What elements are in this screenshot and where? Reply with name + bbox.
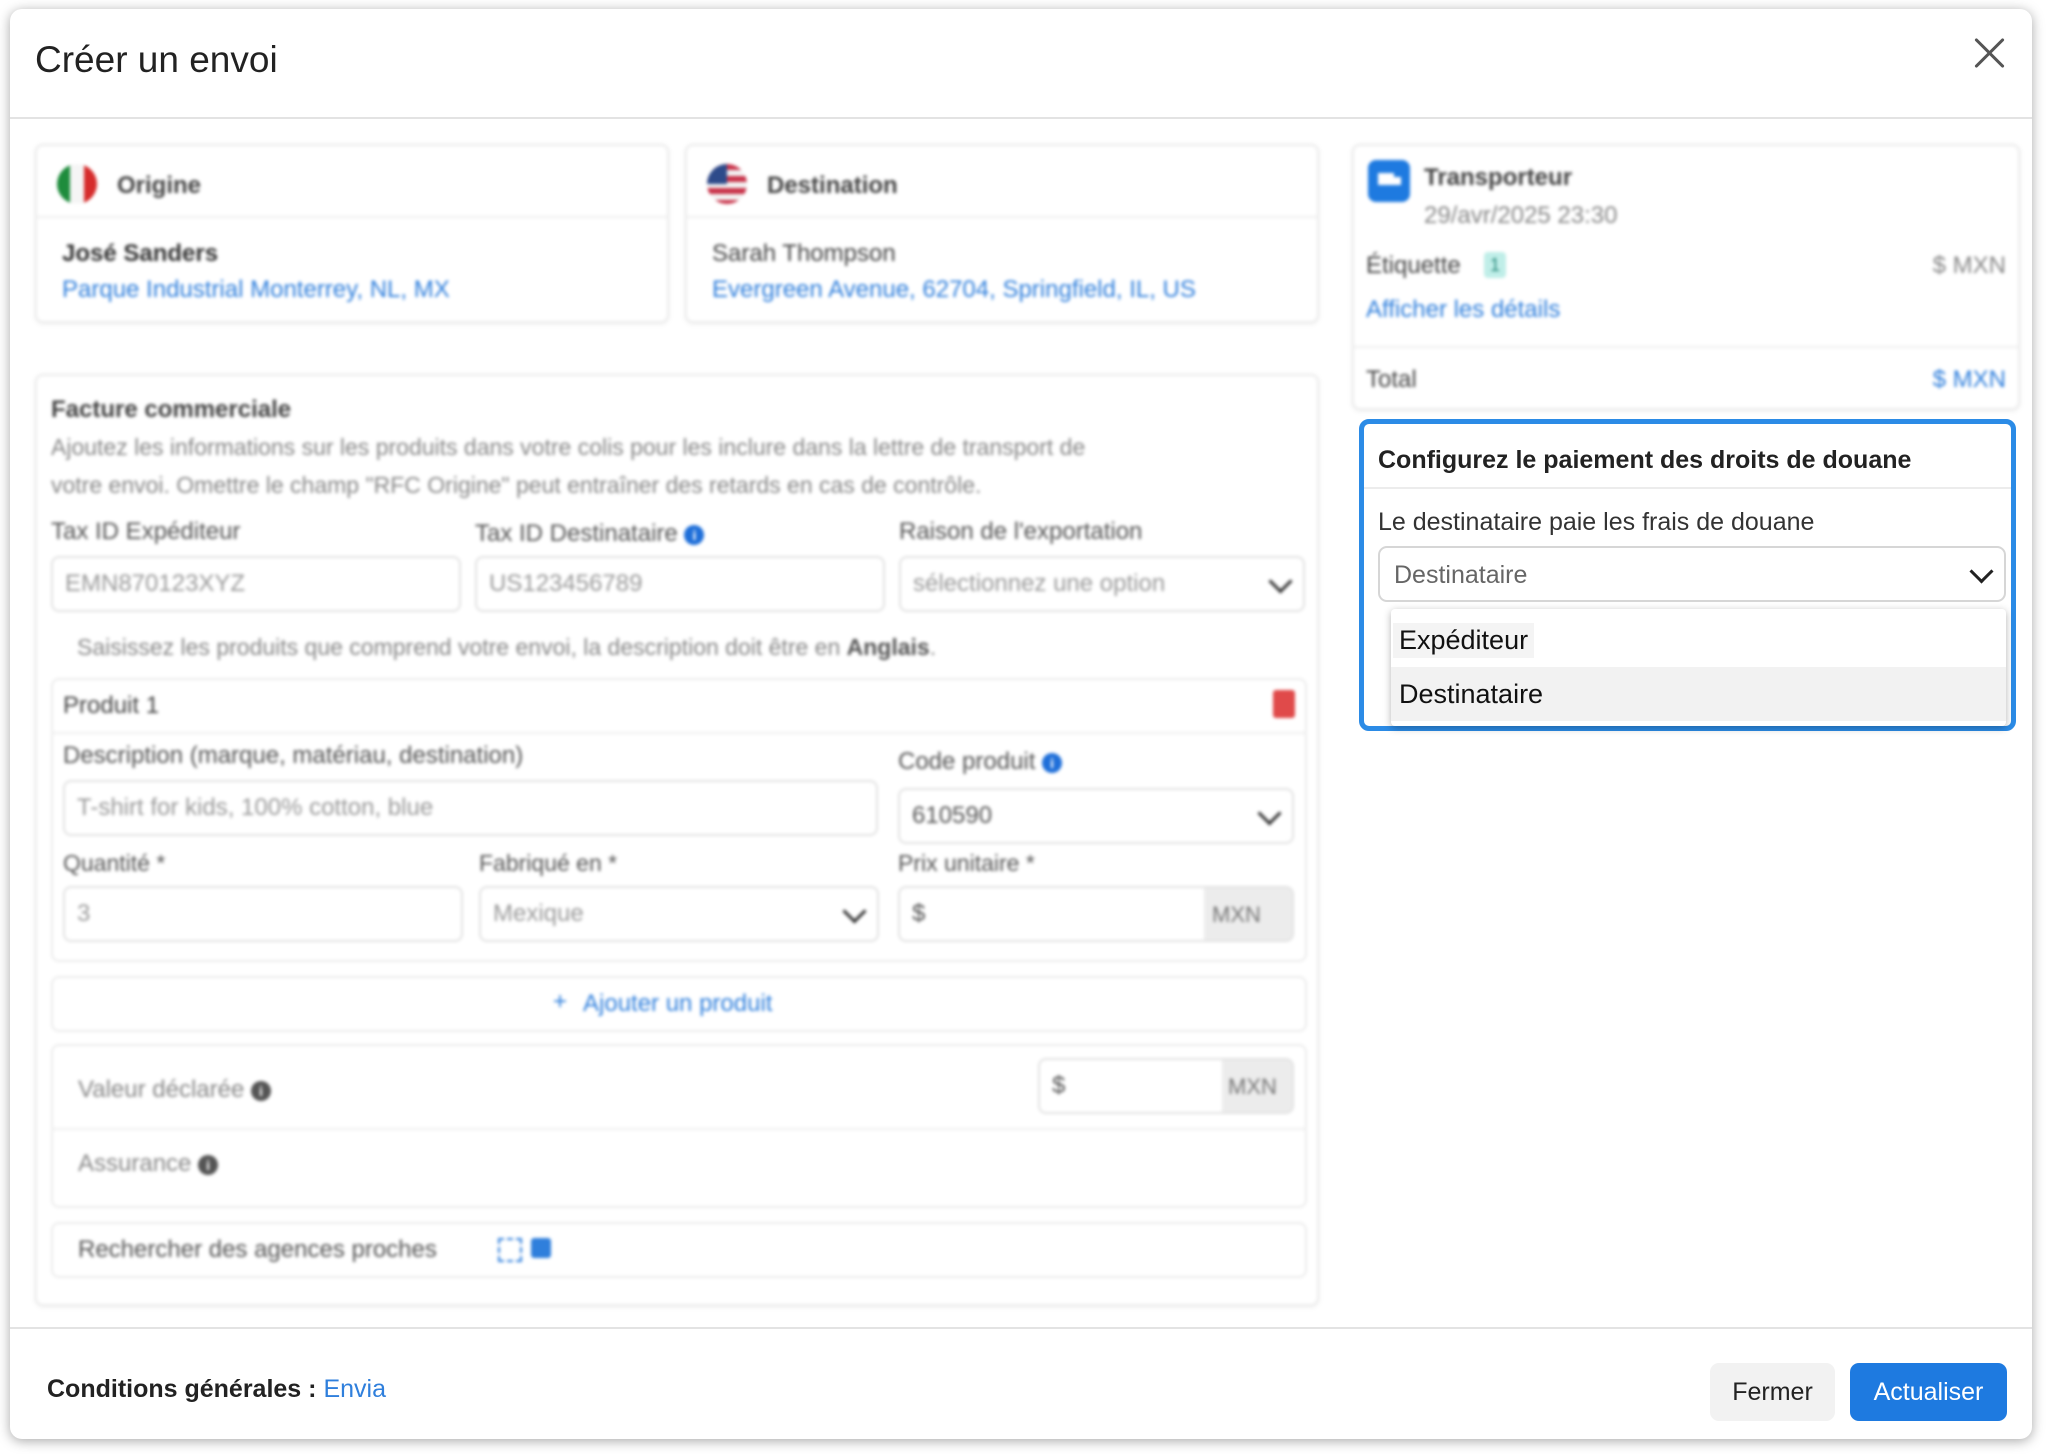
unit-price-label: Prix unitaire * [898,850,1035,876]
chevron-down-icon [1969,559,1994,584]
declared-value-input[interactable]: $ MXN [1038,1058,1294,1114]
show-details-link[interactable]: Afficher les détails [1366,296,1560,324]
product-code-label: Code produit i [898,748,1063,776]
origin-title: Origine [117,172,202,199]
carrier-title: Transporteur [1424,164,1573,191]
expand-icon[interactable] [498,1238,522,1262]
destination-name: Sarah Thompson [712,240,896,267]
info-icon: i [684,524,705,545]
destination-title: Destination [767,172,898,199]
unit-price-input[interactable]: $ MXN [898,886,1294,942]
modal-footer: Conditions générales : Envia Fermer Actu… [10,1327,2032,1441]
carrier-card: Transporteur 29/avr/2025 23:30 Étiquette… [1352,144,2020,410]
export-reason-label: Raison de l'exportation [899,518,1143,545]
products-hint: Saisissez les produits que comprend votr… [77,634,937,660]
invoice-description-line2: votre envoi. Omettre le champ "RFC Origi… [51,472,982,498]
quantity-label: Quantité * [63,850,166,876]
product-code-select[interactable]: 610590 [898,788,1294,844]
customs-title: Configurez le paiement des droits de dou… [1378,446,1912,474]
terms-label: Conditions générales : [47,1375,317,1403]
customs-payment-panel: Configurez le paiement des droits de dou… [1359,419,2016,731]
customs-payer-dropdown: Expéditeur Destinataire [1391,609,2006,726]
invoice-title: Facture commerciale [51,396,292,423]
label-text: Étiquette [1366,252,1461,279]
add-product-button[interactable]: + Ajouter un produit [51,976,1307,1032]
usa-flag-icon [707,164,747,204]
info-icon: i [1042,752,1063,773]
tax-recipient-label: Tax ID Destinataire i [475,520,705,548]
label-count-badge: 1 [1484,252,1506,278]
description-label: Description (marque, matériau, destinati… [63,742,524,769]
made-in-select[interactable]: Mexique [479,886,879,942]
trash-icon[interactable] [1273,690,1295,718]
tax-recipient-input[interactable]: US123456789 [475,556,885,612]
tax-sender-label: Tax ID Expéditeur [51,518,241,545]
chevron-down-icon [1268,569,1293,594]
invoice-description-line1: Ajoutez les informations sur les produit… [51,434,1086,460]
origin-card: Origine José Sanders Parque Industrial M… [35,144,669,323]
origin-address[interactable]: Parque Industrial Monterrey, NL, MX [62,276,450,304]
chevron-down-icon [842,899,867,924]
option-expediteur[interactable]: Expéditeur [1391,613,2006,667]
chevron-down-icon [1257,801,1282,826]
carrier-date: 29/avr/2025 23:30 [1424,202,1618,229]
currency-select[interactable]: MXN [1204,888,1292,940]
total-value: $ MXN [1932,366,2006,393]
customs-field-label: Le destinataire paie les frais de douane [1378,508,1815,536]
agencies-label: Rechercher des agences proches [78,1236,437,1263]
insurance-label: Assurance i [78,1150,219,1178]
info-icon: i [251,1080,271,1101]
mexico-flag-icon [57,164,97,204]
option-destinataire[interactable]: Destinataire [1391,667,2006,721]
commercial-invoice-card: Facture commerciale Ajoutez les informat… [35,374,1319,1306]
origin-name: José Sanders [62,240,219,267]
destination-address[interactable]: Evergreen Avenue, 62704, Springfield, IL… [712,276,1196,304]
description-input[interactable]: T-shirt for kids, 100% cotton, blue [63,780,878,836]
label-amount: $ MXN [1932,252,2006,279]
truck-icon [1368,160,1410,202]
create-shipment-modal: Créer un envoi Origine José Sanders Parq… [10,9,2032,1439]
tax-sender-input[interactable]: EMN870123XYZ [51,556,461,612]
made-in-label: Fabriqué en * [479,850,618,876]
plus-icon: + [553,988,568,1015]
export-reason-select[interactable]: sélectionnez une option [899,556,1305,612]
destination-card: Destination Sarah Thompson Evergreen Ave… [685,144,1319,323]
terms: Conditions générales : Envia [47,1375,386,1404]
declared-value-card: Valeur déclarée i $ MXN Assurance i [51,1044,1307,1208]
customs-payer-select[interactable]: Destinataire [1378,546,2006,602]
terms-link[interactable]: Envia [323,1375,386,1403]
declared-value-label: Valeur déclarée i [78,1076,271,1104]
agencies-row[interactable]: Rechercher des agences proches [51,1222,1307,1278]
update-button[interactable]: Actualiser [1850,1363,2007,1421]
total-label: Total [1366,366,1417,393]
product-card: Produit 1 Description (marque, matériau,… [51,678,1307,962]
close-button[interactable]: Fermer [1710,1363,1835,1421]
info-icon: i [198,1154,219,1175]
external-link-icon[interactable] [531,1238,551,1258]
product-title: Produit 1 [63,692,160,719]
quantity-input[interactable]: 3 [63,886,463,942]
